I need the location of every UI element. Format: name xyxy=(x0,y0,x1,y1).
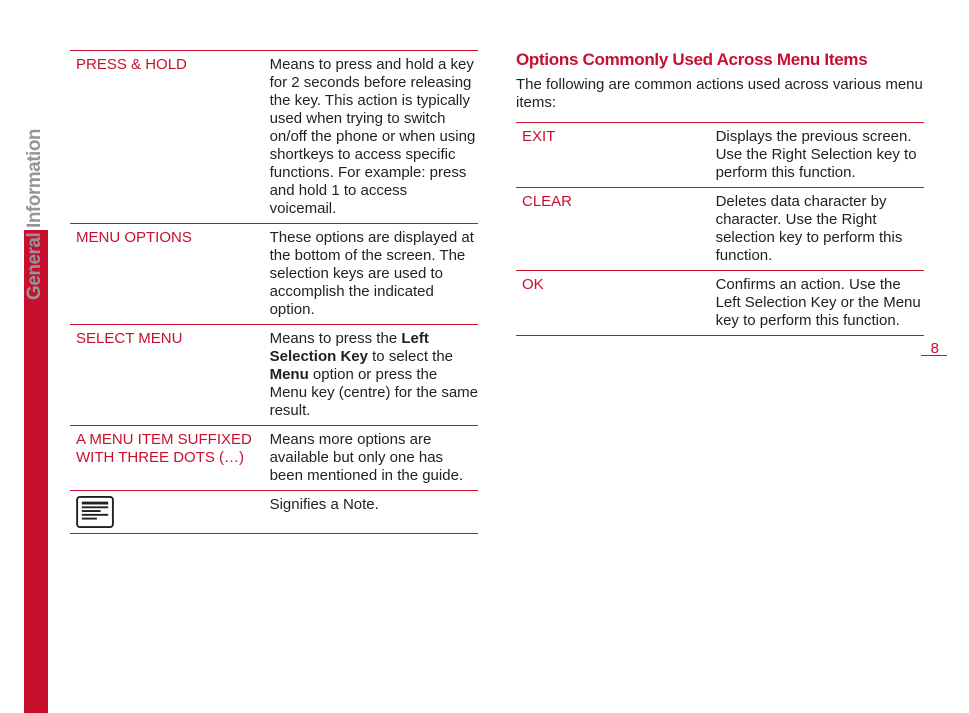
desc-cell: Means to press the Left Selection Key to… xyxy=(270,330,478,420)
table-row: OKConfirms an action. Use the Left Selec… xyxy=(516,271,924,336)
note-icon xyxy=(76,496,114,528)
page: General Information PRESS & HOLDMeans to… xyxy=(0,0,969,713)
term-cell xyxy=(76,496,270,528)
side-tab-bar xyxy=(24,0,48,713)
term-cell: MENU OPTIONS xyxy=(76,229,270,319)
right-table: EXITDisplays the previous screen. Use th… xyxy=(516,122,924,336)
page-number-rule xyxy=(921,355,947,356)
table-row: MENU OPTIONSThese options are displayed … xyxy=(70,224,478,325)
table-row: PRESS & HOLDMeans to press and hold a ke… xyxy=(70,50,478,224)
desc-cell: Means to press and hold a key for 2 seco… xyxy=(270,56,478,218)
table-row: CLEARDeletes data character by character… xyxy=(516,188,924,271)
table-row: EXITDisplays the previous screen. Use th… xyxy=(516,122,924,188)
table-row: SELECT MENUMeans to press the Left Selec… xyxy=(70,325,478,426)
term-cell: EXIT xyxy=(522,128,716,182)
table-row: A MENU ITEM SUFFIXED WITH THREE DOTS (…)… xyxy=(70,426,478,491)
section-intro: The following are common actions used ac… xyxy=(516,76,924,112)
right-column: Options Commonly Used Across Menu Items … xyxy=(516,50,924,534)
desc-cell: Means more options are available but onl… xyxy=(270,431,478,485)
desc-cell: Confirms an action. Use the Left Selecti… xyxy=(716,276,924,330)
table-row: Signifies a Note. xyxy=(70,491,478,534)
term-cell: SELECT MENU xyxy=(76,330,270,420)
left-column: PRESS & HOLDMeans to press and hold a ke… xyxy=(70,50,478,534)
desc-cell: Displays the previous screen. Use the Ri… xyxy=(716,128,924,182)
desc-cell: Deletes data character by character. Use… xyxy=(716,193,924,265)
side-tab-label: General Information xyxy=(24,129,46,300)
left-table: PRESS & HOLDMeans to press and hold a ke… xyxy=(70,50,478,534)
term-cell: CLEAR xyxy=(522,193,716,265)
term-cell: A MENU ITEM SUFFIXED WITH THREE DOTS (…) xyxy=(76,431,270,485)
section-heading: Options Commonly Used Across Menu Items xyxy=(516,50,924,70)
term-cell: PRESS & HOLD xyxy=(76,56,270,218)
desc-cell: These options are displayed at the botto… xyxy=(270,229,478,319)
desc-cell: Signifies a Note. xyxy=(270,496,478,528)
term-cell: OK xyxy=(522,276,716,330)
content-columns: PRESS & HOLDMeans to press and hold a ke… xyxy=(70,50,924,534)
